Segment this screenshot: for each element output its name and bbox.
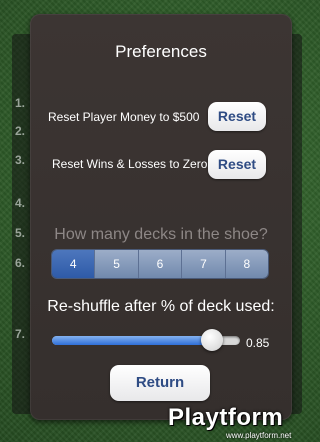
deck-option-8[interactable]: 8: [224, 250, 268, 278]
decks-label: How many decks in the shoe?: [54, 226, 268, 243]
background-row-number: 4.: [15, 196, 26, 210]
return-button[interactable]: Return: [110, 365, 210, 401]
reset-money-button[interactable]: Reset: [208, 102, 266, 131]
watermark-url: www.playtform.net: [226, 431, 292, 440]
reshuffle-label: Re-shuffle after % of deck used:: [47, 298, 275, 315]
background-row-number: 5.: [15, 226, 26, 240]
reshuffle-slider-fill: [52, 336, 212, 345]
dialog-title: Preferences: [115, 42, 207, 61]
background-row-number: 1.: [15, 96, 26, 110]
reset-wins-button[interactable]: Reset: [208, 150, 266, 179]
background-row-number: 7.: [15, 327, 26, 341]
reshuffle-slider-thumb[interactable]: [200, 329, 223, 351]
decks-segmented-control: 4 5 6 7 8: [52, 250, 268, 278]
preferences-dialog: Preferences Reset Player Money to $500 R…: [30, 14, 292, 420]
reset-money-label: Reset Player Money to $500: [48, 110, 200, 124]
reset-wins-label: Reset Wins & Losses to Zero: [52, 157, 208, 171]
background-row-number: 6.: [15, 256, 26, 270]
background-row-number: 3.: [15, 153, 26, 167]
reshuffle-value: 0.85: [246, 336, 270, 350]
playtform-watermark: Playtform www.playtform.net: [168, 404, 318, 442]
deck-option-7[interactable]: 7: [181, 250, 225, 278]
deck-option-6[interactable]: 6: [137, 250, 182, 278]
watermark-brand: Playtform: [168, 404, 284, 431]
deck-option-4[interactable]: 4: [52, 250, 95, 278]
deck-option-5[interactable]: 5: [94, 250, 138, 278]
background-row-number: 2.: [15, 124, 26, 138]
